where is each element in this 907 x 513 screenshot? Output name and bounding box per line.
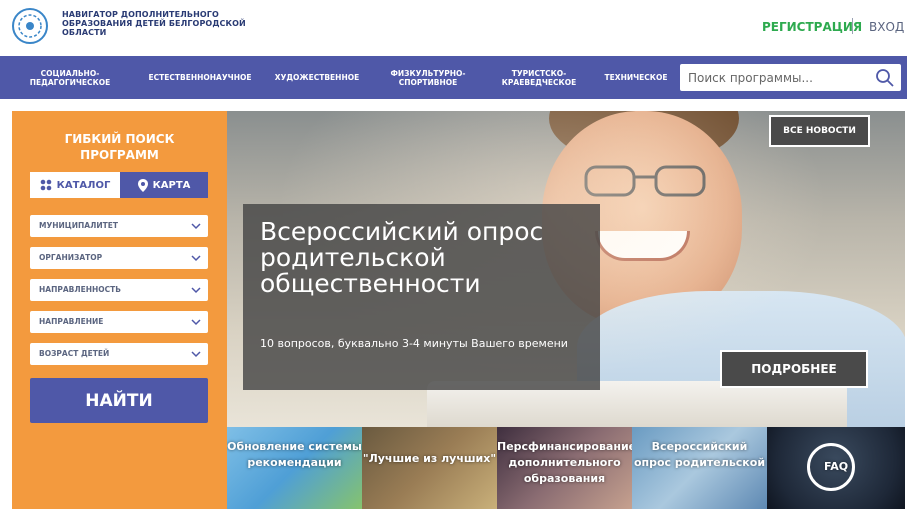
chevron-down-icon — [191, 255, 201, 262]
chevron-down-icon — [191, 319, 201, 326]
find-button[interactable]: НАЙТИ — [30, 378, 208, 423]
tab-catalog[interactable]: КАТАЛОГ — [30, 172, 120, 198]
orientation-select[interactable]: НАПРАВЛЕННОСТЬ — [30, 279, 208, 301]
view-toggle: КАТАЛОГ КАРТА — [30, 172, 208, 198]
brand-line-3: ОБЛАСТИ — [62, 28, 107, 37]
nav-item-technical[interactable]: ТЕХНИЧЕСКОЕ — [596, 56, 676, 99]
hero-title: Всероссийский опрос родительской обществ… — [260, 217, 544, 298]
search-input[interactable] — [688, 68, 868, 87]
search-icon[interactable] — [875, 68, 895, 88]
more-button[interactable]: ПОДРОБНЕЕ — [720, 350, 868, 388]
panel-title: ГИБКИЙ ПОИСК ПРОГРАММ — [12, 131, 227, 163]
grid-icon — [40, 179, 51, 191]
register-link[interactable]: РЕГИСТРАЦИЯ — [762, 20, 862, 34]
panel-title-line-2: ПРОГРАММ — [80, 148, 159, 162]
thumbnail-best-of-best[interactable]: "Лучшие из лучших" — [362, 427, 497, 509]
hero-subtitle: 10 вопросов, буквально 3-4 минуты Вашего… — [260, 337, 568, 350]
select-label: ОРГАНИЗАТОР — [39, 253, 103, 262]
nav-item-social[interactable]: СОЦИАЛЬНО- ПЕДАГОГИЧЕСКОЕ — [10, 56, 130, 99]
thumbnail-caption: "Лучшие из лучших" — [362, 452, 497, 465]
thumbnail-faq[interactable]: FAQ — [767, 427, 905, 509]
nav-item-tourism[interactable]: ТУРИСТСКО- КРАЕВЕДЧЕСКОЕ — [486, 56, 592, 99]
chevron-down-icon — [191, 351, 201, 358]
nav-label: ТУРИСТСКО- КРАЕВЕДЧЕСКОЕ — [501, 68, 577, 87]
flexible-search-panel: ГИБКИЙ ПОИСК ПРОГРАММ КАТАЛОГ КАРТА МУНИ… — [12, 111, 227, 509]
nav-label: ЕСТЕСТВЕННОНАУЧНОЕ — [148, 73, 252, 82]
logo-icon[interactable] — [8, 7, 52, 45]
brand-line-1: НАВИГАТОР ДОПОЛНИТЕЛЬНОГО — [62, 10, 219, 19]
tab-catalog-label: КАТАЛОГ — [56, 179, 111, 191]
nav-item-art[interactable]: ХУДОЖЕСТВЕННОЕ — [265, 56, 369, 99]
tab-map-label: КАРТА — [152, 179, 191, 191]
nav-item-sport[interactable]: ФИЗКУЛЬТУРНО- СПОРТИВНОЕ — [372, 56, 484, 99]
search-box — [680, 64, 901, 91]
nav-label: ФИЗКУЛЬТУРНО- СПОРТИВНОЕ — [390, 68, 466, 87]
nav-item-science[interactable]: ЕСТЕСТВЕННОНАУЧНОЕ — [138, 56, 262, 99]
chevron-down-icon — [191, 223, 201, 230]
nav-label: СОЦИАЛЬНО- ПЕДАГОГИЧЕСКОЕ — [29, 68, 111, 87]
nav-label: ТЕХНИЧЕСКОЕ — [604, 73, 668, 82]
map-pin-icon — [137, 178, 148, 192]
thumbnail-caption: Всероссийский опрос родительской — [633, 440, 766, 469]
header-divider — [852, 18, 853, 34]
select-label: МУНИЦИПАЛИТЕТ — [39, 221, 118, 230]
select-label: НАПРАВЛЕНИЕ — [39, 317, 104, 326]
tab-map[interactable]: КАРТА — [120, 172, 208, 198]
brand-line-2: ОБРАЗОВАНИЯ ДЕТЕЙ БЕЛГОРОДСКОЙ — [62, 19, 246, 28]
hero-caption-box: Всероссийский опрос родительской обществ… — [243, 204, 600, 390]
header: НАВИГАТОР ДОПОЛНИТЕЛЬНОГО ОБРАЗОВАНИЯ ДЕ… — [0, 0, 907, 52]
thumbnail-survey[interactable]: Всероссийский опрос родительской — [632, 427, 767, 509]
thumbnail-caption: FAQ — [823, 460, 849, 473]
panel-title-line-1: ГИБКИЙ ПОИСК — [64, 132, 175, 146]
age-select[interactable]: ВОЗРАСТ ДЕТЕЙ — [30, 343, 208, 365]
municipality-select[interactable]: МУНИЦИПАЛИТЕТ — [30, 215, 208, 237]
login-link[interactable]: ВХОД — [869, 20, 904, 34]
thumbnail-recommendations[interactable]: Обновление системы рекомендации — [227, 427, 362, 509]
select-label: НАПРАВЛЕННОСТЬ — [39, 285, 121, 294]
thumbnail-caption: Обновление системы рекомендации — [227, 440, 362, 469]
organizer-select[interactable]: ОРГАНИЗАТОР — [30, 247, 208, 269]
select-label: ВОЗРАСТ ДЕТЕЙ — [39, 349, 110, 358]
thumbnail-financing[interactable]: Персфинансирование дополнительного образ… — [497, 427, 632, 509]
chevron-down-icon — [191, 287, 201, 294]
all-news-button[interactable]: ВСЕ НОВОСТИ — [769, 115, 870, 147]
thumbnail-caption: Персфинансирование дополнительного образ… — [497, 440, 632, 485]
site-brand[interactable]: НАВИГАТОР ДОПОЛНИТЕЛЬНОГО ОБРАЗОВАНИЯ ДЕ… — [62, 10, 246, 37]
nav-label: ХУДОЖЕСТВЕННОЕ — [274, 73, 360, 82]
direction-select[interactable]: НАПРАВЛЕНИЕ — [30, 311, 208, 333]
